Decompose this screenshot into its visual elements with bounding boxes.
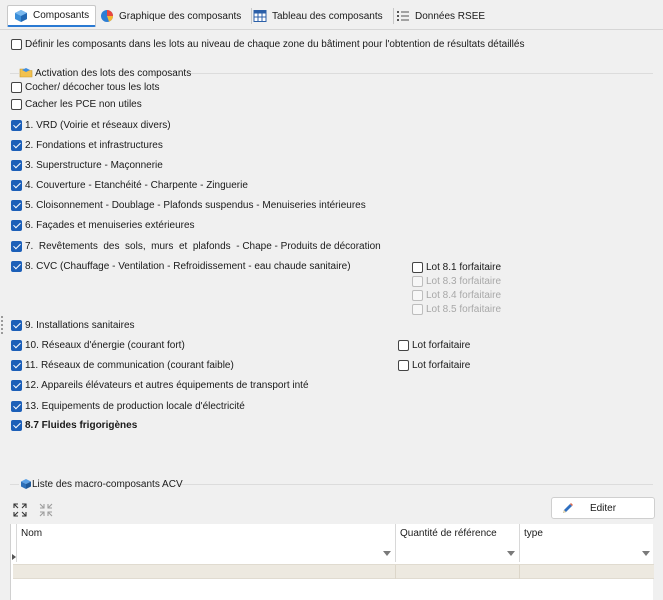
column-header-label: Nom	[21, 528, 43, 539]
column-header-nom[interactable]: Nom	[17, 524, 396, 562]
column-header-type[interactable]: type	[520, 524, 654, 562]
lot-6-label: 6. Façades et menuiseries extérieures	[25, 220, 195, 231]
lot-6-checkbox[interactable]	[11, 220, 22, 231]
lot-3-label: 3. Superstructure - Maçonnerie	[25, 160, 163, 171]
table-row[interactable]	[13, 564, 654, 579]
row-pointer-icon	[12, 554, 16, 560]
tab-label: Données RSEE	[415, 10, 486, 22]
lot-1-label: 1. VRD (Voirie et réseaux divers)	[25, 120, 171, 131]
folder-icon	[19, 65, 33, 79]
lot-8-7-checkbox[interactable]	[11, 420, 22, 431]
lot-4-label: 4. Couverture - Etanchéité - Charpente -…	[25, 180, 248, 191]
lot-10-checkbox[interactable]	[11, 340, 22, 351]
lot-2-checkbox[interactable]	[11, 140, 22, 151]
toggle-all-checkbox[interactable]	[11, 82, 22, 93]
tab-graphique[interactable]: Graphique des composants	[94, 5, 253, 27]
lot-7-label: 7. Revêtements des sols, murs et plafond…	[25, 241, 381, 252]
tab-tableau[interactable]: Tableau des composants	[247, 5, 394, 27]
lot-13-label: 13. Equipements de production locale d'é…	[25, 401, 245, 412]
group-border	[10, 484, 19, 485]
lot-8-1-forfait-checkbox[interactable]	[412, 262, 423, 273]
tab-donnees-rsee[interactable]: Données RSEE	[390, 5, 491, 27]
tab-label: Composants	[33, 10, 90, 21]
lot-11-forfait-label: Lot forfaitaire	[412, 360, 471, 371]
lot-11-checkbox[interactable]	[11, 360, 22, 371]
lot-9-checkbox[interactable]	[11, 320, 22, 331]
lot-7-checkbox[interactable]	[11, 241, 22, 252]
collapse-icon[interactable]	[38, 502, 54, 518]
macro-component-icon	[19, 477, 33, 491]
lot-8-label: 8. CVC (Chauffage - Ventilation - Refroi…	[25, 261, 351, 272]
lot-8-7-label: 8.7 Fluides frigorigènes	[25, 420, 138, 431]
lot-12-label: 12. Appareils élévateurs et autres équip…	[25, 380, 309, 391]
hide-unused-label: Cacher les PCE non utiles	[25, 99, 142, 110]
lot-3-checkbox[interactable]	[11, 160, 22, 171]
lot-8-checkbox[interactable]	[11, 261, 22, 272]
table-cell[interactable]	[520, 565, 654, 579]
lot-8-3-forfait-label: Lot 8.3 forfaitaire	[426, 276, 502, 287]
lot-5-label: 5. Cloisonnement - Doublage - Plafonds s…	[25, 200, 366, 211]
tab-bar: Composants Graphique des composants Tabl…	[0, 0, 663, 30]
lot-8-4-forfait-label: Lot 8.4 forfaitaire	[426, 290, 502, 301]
lot-8-5-forfait-label: Lot 8.5 forfaitaire	[426, 304, 502, 315]
zone-label: Définir les composants dans les lots au …	[25, 39, 525, 50]
column-header-quantite[interactable]: Quantité de référence	[396, 524, 520, 562]
column-header-label: type	[524, 528, 543, 539]
lot-1-checkbox[interactable]	[11, 120, 22, 131]
hide-unused-checkbox[interactable]	[11, 99, 22, 110]
lot-8-5-forfait-checkbox[interactable]	[412, 304, 423, 315]
tab-label: Tableau des composants	[272, 10, 383, 22]
tab-composants[interactable]: Composants	[7, 5, 97, 27]
column-header-label: Quantité de référence	[400, 528, 497, 539]
lot-12-checkbox[interactable]	[11, 380, 22, 391]
group-border	[10, 73, 19, 74]
filter-dropdown-icon[interactable]	[507, 551, 515, 556]
lot-9-label: 9. Installations sanitaires	[25, 320, 135, 331]
lot-11-forfait-checkbox[interactable]	[398, 360, 409, 371]
toggle-all-label: Cocher/ décocher tous les lots	[25, 82, 160, 93]
lot-10-forfait-label: Lot forfaitaire	[412, 340, 471, 351]
edit-button[interactable]: Editer	[551, 497, 655, 519]
macro-components-grid: Nom Quantité de référence type	[10, 524, 654, 600]
lot-8-1-forfait-label: Lot 8.1 forfaitaire	[426, 262, 502, 273]
group-border	[176, 484, 653, 485]
table-cell[interactable]	[396, 565, 520, 579]
lot-10-forfait-checkbox[interactable]	[398, 340, 409, 351]
pie-chart-icon	[100, 9, 114, 23]
zone-checkbox[interactable]	[11, 39, 22, 50]
tab-label: Graphique des composants	[119, 10, 242, 22]
table-icon	[253, 9, 267, 23]
filter-dropdown-icon[interactable]	[383, 551, 391, 556]
cube-icon	[14, 9, 28, 23]
lot-13-checkbox[interactable]	[11, 401, 22, 412]
list-icon	[396, 9, 410, 23]
macro-group-title: Liste des macro-composants ACV	[32, 479, 183, 490]
filter-dropdown-icon[interactable]	[642, 551, 650, 556]
lot-2-label: 2. Fondations et infrastructures	[25, 140, 163, 151]
expand-icon[interactable]	[12, 502, 28, 518]
pencil-icon	[561, 502, 574, 518]
activation-group-title: Activation des lots des composants	[35, 68, 192, 79]
lot-10-label: 10. Réseaux d'énergie (courant fort)	[25, 340, 185, 351]
lot-4-checkbox[interactable]	[11, 180, 22, 191]
lot-8-3-forfait-checkbox[interactable]	[412, 276, 423, 287]
edit-button-label: Editer	[589, 502, 617, 514]
lot-8-4-forfait-checkbox[interactable]	[412, 290, 423, 301]
lot-5-checkbox[interactable]	[11, 200, 22, 211]
table-cell[interactable]	[13, 565, 396, 579]
splitter-grip[interactable]	[0, 316, 4, 336]
group-border	[188, 73, 653, 74]
lot-11-label: 11. Réseaux de communication (courant fa…	[25, 360, 234, 371]
